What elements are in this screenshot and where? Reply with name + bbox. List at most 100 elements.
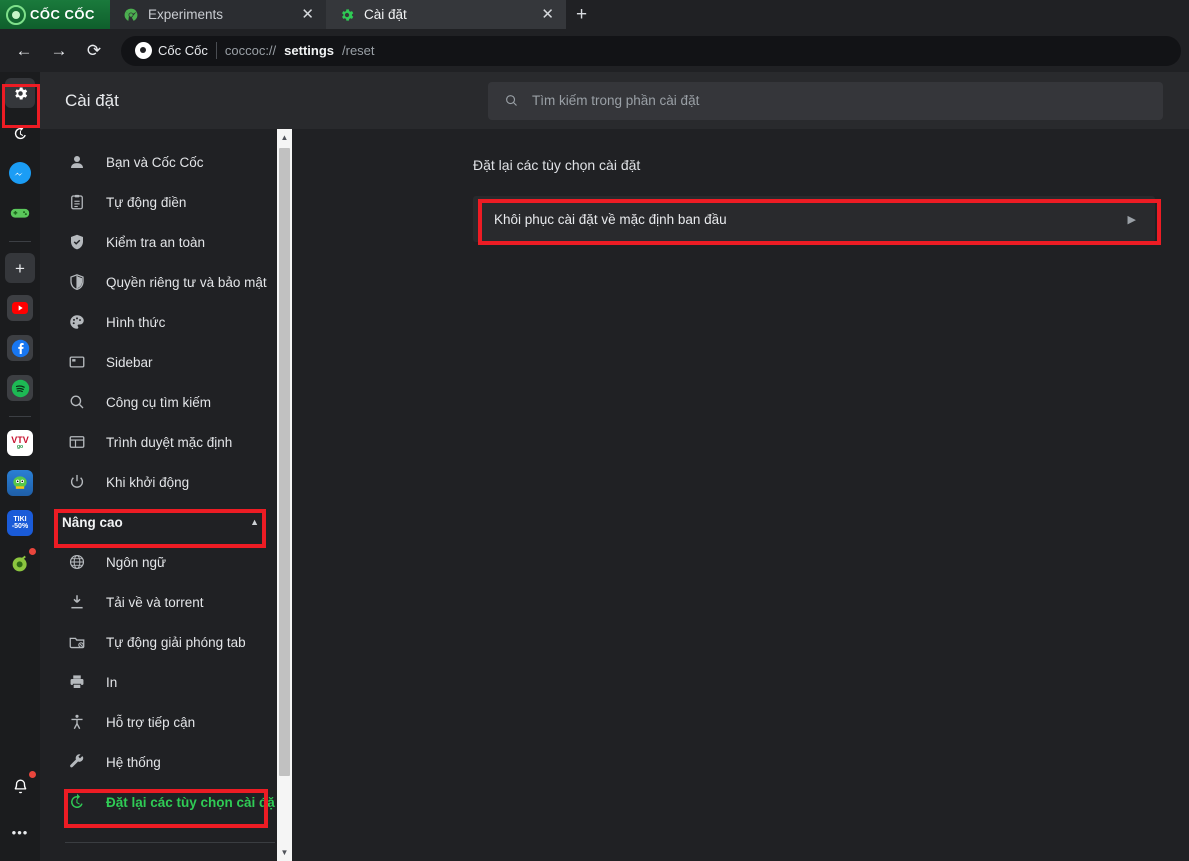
sidebar-item-label: Tải về và torrent (106, 594, 204, 610)
youtube-icon (12, 302, 28, 314)
power-icon (70, 474, 84, 488)
sidebar-item-label: Hỗ trợ tiếp cận (106, 714, 196, 730)
sidebar-icon (69, 356, 85, 368)
sidebar-item-hinh-thuc[interactable]: Hình thức (40, 302, 275, 342)
site-chip[interactable]: Cốc Cốc (135, 42, 208, 59)
sidebar-item-trinh-duyet-mac-dinh[interactable]: Trình duyệt mặc định (40, 422, 275, 462)
url-suffix: /reset (342, 43, 375, 58)
sidebar-item-tu-dong-giai-phong-tab[interactable]: Tự động giải phóng tab (40, 622, 275, 662)
history-icon (14, 125, 26, 139)
sidebar-item-label: In (106, 674, 118, 690)
scrollbar-down-arrow[interactable]: ▼ (277, 844, 292, 861)
sidebar-item-quyen-rieng-tu[interactable]: Quyền riêng tư và bảo mật (40, 262, 275, 302)
globe-icon (69, 554, 85, 570)
coccoc-badge-icon (135, 42, 152, 59)
rail-facebook-icon[interactable] (5, 333, 35, 363)
sidebar-item-tai-ve-va-torrent[interactable]: Tải về và torrent (40, 582, 275, 622)
person-icon (71, 156, 83, 168)
settings-sidebar: Bạn và Cốc Cốc Tự động điền Kiểm tra an … (40, 129, 275, 861)
settings-content: Đặt lại các tùy chọn cài đặt Khôi phục c… (275, 129, 1189, 861)
rail-messenger-icon[interactable] (5, 158, 35, 188)
game-tile (7, 470, 33, 496)
coccoc-logo[interactable]: CỐC CỐC (0, 0, 110, 29)
omnibox-divider (215, 42, 217, 59)
settings-header: Cài đặt Tìm kiếm trong phần cài đặt (40, 72, 1189, 129)
scrollbar-thumb[interactable] (279, 148, 290, 776)
sidebar-item-he-thong[interactable]: Hệ thống (40, 742, 275, 782)
rail-notifications-button[interactable] (5, 770, 37, 801)
rail-history-icon[interactable] (5, 118, 35, 148)
clipboard-icon (71, 194, 83, 210)
rail-spotify-icon[interactable] (5, 373, 35, 403)
settings-page: Cài đặt Tìm kiếm trong phần cài đặt Bạn … (40, 72, 1189, 861)
sidebar-item-tu-dong-dien[interactable]: Tự động điền (40, 182, 275, 222)
sidebar-item-kiem-tra-an-toan[interactable]: Kiểm tra an toàn (40, 222, 275, 262)
restore-defaults-label: Khôi phục cài đặt về mặc định ban đầu (494, 211, 727, 227)
rail-add-shortcut-button[interactable]: + (5, 253, 35, 283)
sidebar-item-khi-khoi-dong[interactable]: Khi khởi động (40, 462, 275, 502)
rail-game-tile-icon[interactable] (5, 468, 35, 498)
sidebar-item-label: Khi khởi động (106, 474, 190, 490)
settings-body: Bạn và Cốc Cốc Tự động điền Kiểm tra an … (40, 129, 1189, 861)
page-title: Cài đặt (65, 90, 119, 110)
plus-icon: + (15, 258, 25, 278)
tab-experiments[interactable]: Experiments ✕ (110, 0, 326, 29)
reset-clock-icon (71, 793, 83, 808)
sidebar-item-ho-tro-tiep-can[interactable]: Hỗ trợ tiếp cận (40, 702, 275, 742)
tab-close-button[interactable]: ✕ (539, 7, 556, 22)
back-button[interactable]: ← (8, 35, 40, 67)
palette-icon (70, 315, 84, 329)
vtv-tile: VTV go (7, 430, 33, 456)
sidebar-item-label: Đặt lại các tùy chọn cài đặt (106, 794, 275, 810)
sidebar-item-ban-va-coc-coc[interactable]: Bạn và Cốc Cốc (40, 142, 275, 182)
rail-divider (9, 241, 31, 242)
browser-window: CỐC CỐC Experiments ✕ Cài đặt ✕ + ← → ⟳ (0, 0, 1189, 861)
sidebar-item-label: Kiểm tra an toàn (106, 234, 206, 250)
tab-strip: CỐC CỐC Experiments ✕ Cài đặt ✕ + (0, 0, 1189, 29)
sidebar-bottom-divider (65, 842, 275, 843)
rail-tiki-icon[interactable]: TIKI -50% (5, 508, 35, 538)
shield-check-icon (71, 234, 83, 250)
sidebar-item-sidebar[interactable]: Sidebar (40, 342, 275, 382)
new-tab-button[interactable]: + (566, 0, 597, 29)
sidebar-group-nang-cao[interactable]: Nâng cao ▲ (40, 502, 275, 542)
sidebar-group-label: Nâng cao (62, 514, 123, 530)
sidebar-item-dat-lai-cac-tuy-chon-cai-dat[interactable]: Đặt lại các tùy chọn cài đặt (40, 782, 275, 822)
sidebar-item-label: Hệ thống (106, 754, 161, 770)
tab-settings[interactable]: Cài đặt ✕ (326, 0, 566, 29)
search-placeholder: Tìm kiếm trong phần cài đặt (532, 93, 700, 108)
reload-button[interactable]: ⟳ (78, 35, 110, 67)
sidebar-item-label: Quyền riêng tư và bảo mật (106, 274, 267, 290)
notification-dot (28, 770, 37, 779)
rail-vtv-go-icon[interactable]: VTV go (5, 428, 35, 458)
tiki-label: TIKI (13, 515, 27, 523)
facebook-icon (11, 339, 29, 357)
sidebar-item-ngon-ngu[interactable]: Ngôn ngữ (40, 542, 275, 582)
rail-more-button[interactable]: ••• (5, 817, 35, 847)
url-strong: settings (284, 43, 334, 58)
rail-coccoc-extension-icon[interactable] (5, 547, 37, 578)
browser-toolbar: ← → ⟳ Cốc Cốc coccoc:// settings/reset (0, 29, 1189, 72)
sidebar-item-in[interactable]: In (40, 662, 275, 702)
coccoc-icon (12, 555, 27, 571)
scrollbar-up-arrow[interactable]: ▲ (277, 129, 292, 146)
tiki-discount-label: -50% (11, 523, 29, 530)
facebook-tile (7, 335, 33, 361)
wrench-icon (70, 754, 84, 768)
sidebar-item-cong-cu-tim-kiem[interactable]: Công cụ tìm kiếm (40, 382, 275, 422)
restore-defaults-row[interactable]: Khôi phục cài đặt về mặc định ban đầu ▶ (473, 196, 1155, 242)
rail-youtube-icon[interactable] (5, 293, 35, 323)
spotify-tile (7, 375, 33, 401)
sidebar-scrollbar[interactable]: ▲ ▼ (277, 129, 292, 861)
notification-dot (28, 547, 37, 556)
forward-button[interactable]: → (43, 35, 75, 67)
search-input[interactable]: Tìm kiếm trong phần cài đặt (488, 81, 1163, 120)
tab-title: Experiments (148, 7, 224, 22)
rail-settings-gear-icon[interactable] (5, 78, 35, 108)
sidebar-item-label: Tự động điền (106, 194, 187, 210)
address-bar[interactable]: Cốc Cốc coccoc:// settings/reset (121, 35, 1181, 66)
tab-close-button[interactable]: ✕ (299, 7, 316, 22)
tiki-tile: TIKI -50% (7, 510, 33, 536)
rail-games-icon[interactable] (5, 198, 35, 228)
content-heading: Đặt lại các tùy chọn cài đặt (473, 157, 641, 173)
